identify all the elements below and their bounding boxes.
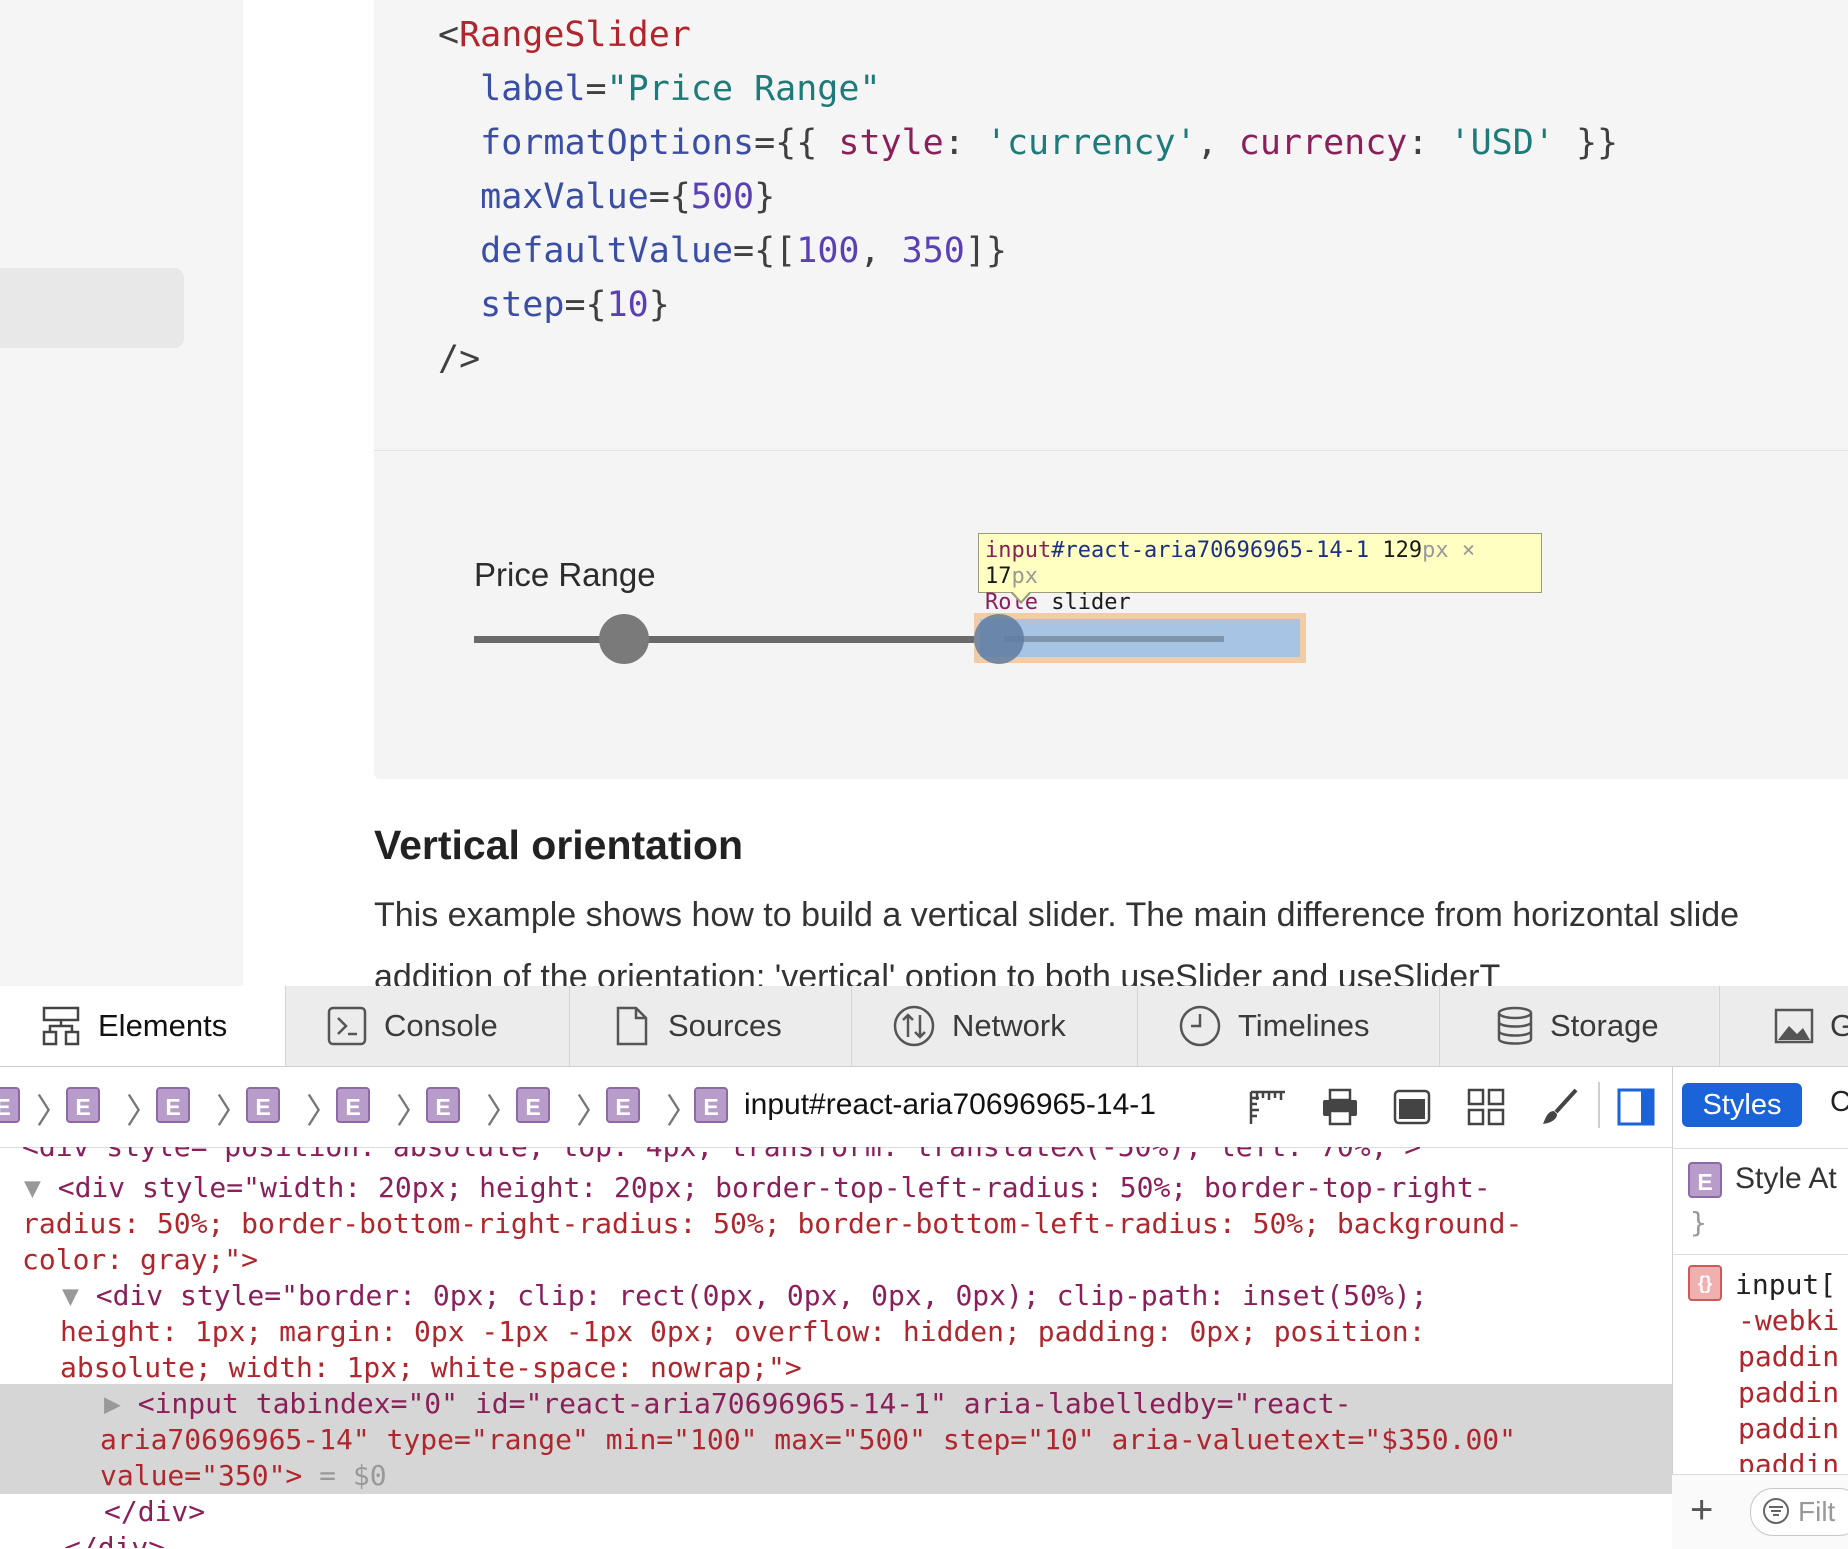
section-heading: Vertical orientation — [374, 822, 744, 868]
breadcrumb-separator: 〉 — [36, 1093, 70, 1131]
breadcrumb-separator: 〉 — [576, 1093, 610, 1131]
tab-label: Sources — [668, 1008, 782, 1043]
dom-node-line[interactable]: ▼ <div style="width: 20px; height: 20px;… — [24, 1170, 1491, 1206]
sidebar-toggle-icon[interactable] — [1616, 1087, 1656, 1127]
inspector-tooltip: input#react-aria70696965-14-1 129px × 17… — [978, 533, 1542, 615]
print-icon[interactable] — [1320, 1087, 1360, 1127]
user-agent-stylesheet-icon: {} — [1688, 1265, 1722, 1301]
style-property: paddin — [1738, 1376, 1840, 1409]
style-property: paddin — [1738, 1340, 1840, 1373]
timelines-icon — [1179, 1005, 1221, 1047]
tooltip-arrow-fill — [1012, 591, 1030, 601]
dom-line-clipped: <div style="position: absolute; top: 4px… — [0, 1147, 1672, 1165]
ruler-icon[interactable] — [1248, 1087, 1288, 1127]
breadcrumb-element-badge[interactable]: E — [426, 1087, 460, 1123]
breadcrumb-element-badge[interactable]: E — [246, 1087, 280, 1123]
dom-node-line: aria70696965-14" type="range" min="100" … — [100, 1423, 1517, 1456]
storage-icon — [1497, 1006, 1533, 1045]
breadcrumb-element-badge[interactable]: E — [66, 1087, 100, 1123]
sources-icon — [616, 1006, 648, 1046]
style-attribute-badge: E — [1688, 1162, 1722, 1198]
breadcrumb-element-badge[interactable]: E — [156, 1087, 190, 1123]
styles-divider — [1672, 1148, 1848, 1149]
grid-layout-icon[interactable] — [1466, 1087, 1506, 1127]
styles-divider — [1672, 1254, 1848, 1255]
styles-filter-placeholder: Filt — [1798, 1496, 1836, 1527]
tab-label: Storage — [1550, 1008, 1659, 1043]
dom-node-line: value="350"> = $0 — [100, 1459, 387, 1492]
tab-label: Elements — [98, 1007, 228, 1043]
style-property: paddin — [1738, 1412, 1840, 1445]
breadcrumb-element-badge[interactable]: E — [336, 1087, 370, 1123]
code-line-1: <RangeSlider — [438, 15, 691, 55]
style-property: paddin — [1738, 1448, 1840, 1472]
tab-label: G — [1830, 1008, 1848, 1043]
tab-storage[interactable]: Storage — [1440, 986, 1720, 1066]
breadcrumb-current-element[interactable]: input#react-aria70696965-14-1 — [744, 1088, 1156, 1122]
tab-timelines[interactable]: Timelines — [1138, 986, 1440, 1066]
code-line-4: maxValue={500} — [480, 177, 776, 217]
code-line-3: formatOptions={{ style: 'currency', curr… — [480, 123, 1619, 163]
dom-node-text: </div> — [64, 1531, 166, 1548]
tab-network[interactable]: Network — [852, 986, 1138, 1066]
breadcrumb-element-badge[interactable]: E — [516, 1087, 550, 1123]
style-property: -webki — [1738, 1304, 1840, 1337]
tab-graphics[interactable]: G — [1720, 986, 1848, 1066]
slider-label: Price Range — [474, 556, 656, 593]
code-line-2: label="Price Range" — [480, 69, 881, 109]
network-icon — [893, 1005, 935, 1047]
toolbar-divider — [1598, 1082, 1600, 1128]
style-rule-close: } — [1690, 1206, 1707, 1239]
dom-node-line[interactable]: ▼ <div style="border: 0px; clip: rect(0p… — [62, 1278, 1427, 1314]
tab-label: Console — [384, 1008, 498, 1043]
breadcrumb-element-badge[interactable]: E — [0, 1087, 20, 1123]
dom-node-line: absolute; width: 1px; white-space: nowra… — [60, 1351, 802, 1384]
breadcrumb-separator: 〉 — [126, 1093, 160, 1131]
dom-node-line[interactable]: ▶ <input tabindex="0" id="react-aria7069… — [104, 1386, 1351, 1422]
tab-label: Timelines — [1238, 1008, 1370, 1043]
breadcrumb-element-badge[interactable]: E — [606, 1087, 640, 1123]
tab-label: Network — [952, 1008, 1066, 1043]
paintbrush-icon[interactable] — [1540, 1087, 1580, 1127]
window-icon[interactable] — [1392, 1087, 1432, 1127]
filter-icon — [1763, 1498, 1789, 1524]
dom-node-line: radius: 50%; border-bottom-right-radius:… — [22, 1207, 1523, 1240]
breadcrumb-separator: 〉 — [396, 1093, 430, 1131]
style-attribute-label: Style At — [1735, 1162, 1837, 1195]
console-icon — [327, 1006, 367, 1046]
dom-line-clipped: </div> — [0, 1530, 1672, 1548]
elements-icon — [42, 1006, 80, 1045]
dom-node-line[interactable]: </div> — [104, 1494, 205, 1530]
section-paragraph-line-1: This example shows how to build a vertic… — [374, 896, 1740, 934]
tab-sources[interactable]: Sources — [570, 986, 852, 1066]
breadcrumb-separator: 〉 — [486, 1093, 520, 1131]
dom-node-line: height: 1px; margin: 0px -1px -1px 0px; … — [60, 1315, 1426, 1348]
code-line-7: /> — [438, 339, 481, 379]
add-rule-icon[interactable]: + — [1690, 1490, 1713, 1530]
graphics-icon — [1774, 1008, 1814, 1044]
slider-thumb-max[interactable] — [974, 614, 1024, 664]
sidebar-nav-item-active[interactable] — [0, 268, 184, 348]
dom-node-text: <div style="position: absolute; top: 4px… — [22, 1147, 1421, 1165]
code-line-5: defaultValue={[100, 350]} — [480, 231, 1007, 271]
tab-console[interactable]: Console — [286, 986, 570, 1066]
breadcrumb-separator: 〉 — [306, 1093, 340, 1131]
tab-elements[interactable]: Elements — [0, 986, 286, 1066]
tab-styles[interactable]: Styles — [1682, 1083, 1802, 1127]
dom-node-line: color: gray;"> — [22, 1243, 259, 1276]
breadcrumb-separator: 〉 — [216, 1093, 250, 1131]
style-rule-selector: input[ — [1735, 1268, 1837, 1301]
highlighted-track-segment — [1004, 636, 1224, 642]
breadcrumb-element-badge[interactable]: E — [694, 1087, 728, 1123]
slider-thumb-min[interactable] — [599, 614, 649, 664]
docs-sidebar — [0, 0, 243, 986]
tab-computed[interactable]: C — [1830, 1086, 1848, 1119]
code-line-6: step={10} — [480, 285, 670, 325]
